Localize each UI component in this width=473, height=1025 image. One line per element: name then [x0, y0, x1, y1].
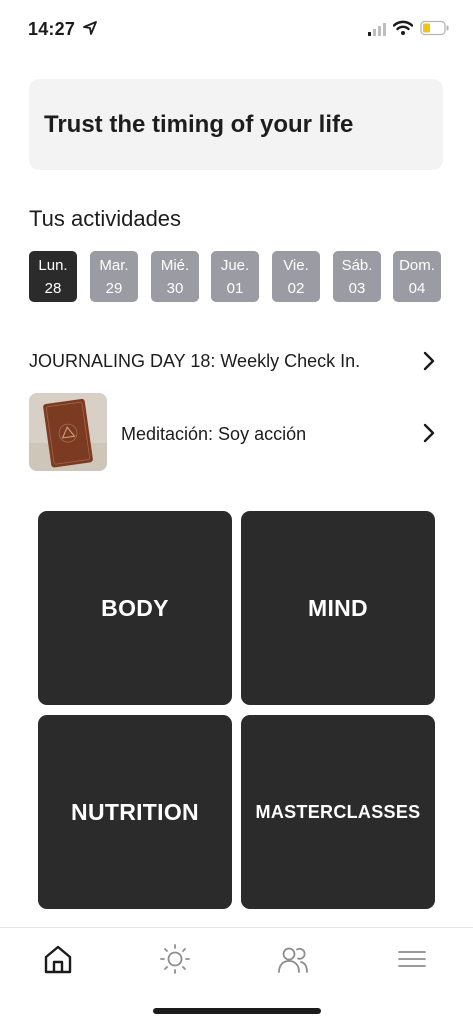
activity-label: JOURNALING DAY 18: Weekly Check In.	[29, 351, 361, 371]
day-number: 04	[408, 280, 426, 297]
day-number: 28	[44, 280, 62, 297]
day-chip-thu[interactable]: Jue. 01	[211, 251, 259, 302]
meditation-thumbnail	[29, 393, 107, 471]
category-tile-nutrition[interactable]: NUTRITION	[38, 715, 232, 909]
day-name: Mié.	[160, 257, 190, 274]
tab-home[interactable]	[40, 942, 80, 976]
day-name: Vie.	[283, 257, 309, 274]
day-number: 30	[166, 280, 184, 297]
day-number: 01	[226, 280, 244, 297]
day-number: 29	[105, 280, 123, 297]
day-chip-fri[interactable]: Vie. 02	[272, 251, 320, 302]
activity-item-meditation[interactable]: Meditación: Soy acción	[29, 393, 443, 473]
tab-activities[interactable]	[157, 942, 197, 976]
home-indicator	[153, 1008, 321, 1014]
day-chip-mon[interactable]: Lun. 28	[29, 251, 77, 302]
day-number: 02	[287, 280, 305, 297]
category-label: BODY	[101, 594, 169, 621]
tab-community[interactable]	[275, 942, 315, 976]
day-selector: Lun. 28 Mar. 29 Mié. 30 Jue. 01 Vie. 02 …	[29, 251, 443, 302]
day-name: Mar.	[99, 257, 129, 274]
category-tile-masterclasses[interactable]: MASTERCLASSES	[241, 715, 435, 909]
quote-card: Trust the timing of your life	[29, 79, 443, 170]
category-tile-mind[interactable]: MIND	[241, 511, 435, 705]
wifi-icon	[392, 20, 414, 41]
day-name: Dom.	[399, 257, 435, 274]
menu-icon	[393, 951, 429, 980]
day-number: 03	[348, 280, 366, 297]
activities-title: Tus actividades	[29, 206, 182, 231]
category-tile-body[interactable]: BODY	[38, 511, 232, 705]
day-name: Jue.	[220, 257, 250, 274]
day-chip-sat[interactable]: Sáb. 03	[333, 251, 381, 302]
day-chip-wed[interactable]: Mié. 30	[151, 251, 199, 302]
people-icon	[275, 947, 311, 980]
tab-menu[interactable]	[393, 942, 433, 976]
status-time: 14:27	[28, 19, 76, 39]
sun-icon	[157, 944, 193, 980]
day-chip-tue[interactable]: Mar. 29	[90, 251, 138, 302]
category-label: NUTRITION	[71, 798, 199, 825]
day-name: Sáb.	[341, 257, 373, 274]
chevron-right-icon	[423, 351, 435, 376]
chevron-right-icon	[423, 423, 435, 448]
category-label: MASTERCLASSES	[255, 801, 421, 822]
location-arrow-icon	[83, 21, 97, 40]
activity-item-journaling[interactable]: JOURNALING DAY 18: Weekly Check In.	[29, 343, 443, 379]
battery-icon	[420, 20, 450, 41]
activity-label: Meditación: Soy acción	[121, 424, 307, 444]
day-chip-sun[interactable]: Dom. 04	[393, 251, 441, 302]
cellular-signal-icon	[368, 22, 388, 41]
day-name: Lun.	[38, 257, 68, 274]
home-icon	[40, 945, 76, 980]
daily-quote: Trust the timing of your life	[44, 111, 354, 138]
status-bar: 14:27	[0, 0, 473, 60]
category-label: MIND	[308, 594, 368, 621]
